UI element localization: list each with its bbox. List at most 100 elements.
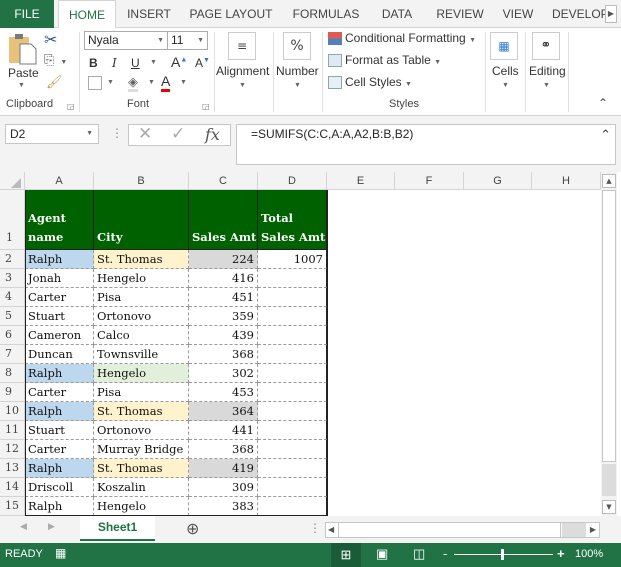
cut-icon[interactable]: ✂: [44, 30, 57, 50]
cell-agent-name[interactable]: Carter: [25, 440, 94, 459]
scroll-down-icon[interactable]: ▼: [602, 500, 616, 514]
cell-city[interactable]: Pisa: [94, 383, 189, 402]
cell-total-sales-amt[interactable]: [258, 307, 327, 326]
row-header[interactable]: 1: [0, 190, 25, 250]
select-all-corner[interactable]: [0, 172, 25, 190]
cell-sales-amt[interactable]: 368: [189, 440, 258, 459]
enter-icon[interactable]: ✓: [171, 124, 185, 144]
alignment-button[interactable]: Alignment: [216, 64, 269, 78]
cell-sales-amt[interactable]: 441: [189, 421, 258, 440]
cell-sales-amt[interactable]: 416: [189, 269, 258, 288]
cell-city[interactable]: Calco: [94, 326, 189, 345]
row-header[interactable]: 15: [0, 497, 25, 516]
vertical-scroll-thumb[interactable]: [602, 190, 616, 462]
cell-agent-name[interactable]: Ralph: [25, 364, 94, 383]
column-header-f[interactable]: F: [395, 172, 464, 190]
binoculars-icon[interactable]: ⚭: [532, 32, 560, 60]
zoom-slider[interactable]: [454, 549, 553, 560]
cell-total-sales-amt[interactable]: [258, 269, 327, 288]
cell-total-sales-amt[interactable]: [258, 459, 327, 478]
cell-total-sales-amt[interactable]: [258, 497, 327, 516]
alignment-dropdown-icon[interactable]: ▼: [239, 82, 246, 89]
cell-total-sales-amt[interactable]: [258, 345, 327, 364]
header-cell-sales-amt[interactable]: Sales Amt: [189, 190, 258, 250]
clipboard-launcher-icon[interactable]: ◲: [67, 102, 75, 111]
row-header[interactable]: 5: [0, 307, 25, 326]
page-layout-view-icon[interactable]: ▣: [376, 546, 388, 562]
horizontal-scroll-thumb[interactable]: [338, 523, 561, 537]
cells-dropdown-icon[interactable]: ▼: [502, 82, 509, 89]
tab-insert[interactable]: INSERT: [120, 0, 178, 28]
cell-city[interactable]: Hengelo: [94, 269, 189, 288]
cells-icon[interactable]: ▦: [490, 32, 518, 60]
font-launcher-icon[interactable]: ◲: [202, 102, 210, 111]
cell-sales-amt[interactable]: 453: [189, 383, 258, 402]
vertical-scroll-track[interactable]: [602, 464, 616, 496]
next-sheet-icon[interactable]: ▶: [48, 522, 55, 532]
row-header[interactable]: 3: [0, 269, 25, 288]
cell-agent-name[interactable]: Stuart: [25, 307, 94, 326]
cell-total-sales-amt[interactable]: [258, 421, 327, 440]
column-header-d[interactable]: D: [258, 172, 327, 190]
cell-sales-amt[interactable]: 302: [189, 364, 258, 383]
borders-dropdown-icon[interactable]: ▼: [107, 79, 114, 86]
number-button[interactable]: Number: [276, 64, 319, 78]
cell-sales-amt[interactable]: 383: [189, 497, 258, 516]
cell-sales-amt[interactable]: 224: [189, 250, 258, 269]
header-cell-agent-name[interactable]: Agent name: [25, 190, 94, 250]
cell-city[interactable]: Koszalin: [94, 478, 189, 497]
cell-city[interactable]: Townsville: [94, 345, 189, 364]
bold-button[interactable]: B: [89, 56, 98, 70]
column-header-h[interactable]: H: [532, 172, 601, 190]
tab-page-layout[interactable]: PAGE LAYOUT: [186, 0, 276, 28]
collapse-formula-bar-icon[interactable]: ⌃: [600, 127, 611, 143]
cell-total-sales-amt[interactable]: 1007: [258, 250, 327, 269]
cell-city[interactable]: Murray Bridge: [94, 440, 189, 459]
zoom-level[interactable]: 100%: [575, 548, 603, 560]
conditional-formatting-button[interactable]: Conditional Formatting ▼: [328, 31, 476, 46]
row-header[interactable]: 9: [0, 383, 25, 402]
header-cell-total-sales-amt[interactable]: Total Sales Amt: [258, 190, 327, 250]
cell-sales-amt[interactable]: 364: [189, 402, 258, 421]
tab-review[interactable]: REVIEW: [430, 0, 490, 28]
insert-function-icon[interactable]: fx: [205, 125, 220, 144]
tab-file[interactable]: FILE: [0, 0, 54, 28]
editing-dropdown-icon[interactable]: ▼: [543, 82, 550, 89]
row-header[interactable]: 10: [0, 402, 25, 421]
cell-sales-amt[interactable]: 451: [189, 288, 258, 307]
column-header-b[interactable]: B: [94, 172, 189, 190]
cell-agent-name[interactable]: Stuart: [25, 421, 94, 440]
paste-dropdown-icon[interactable]: ▼: [18, 82, 25, 89]
cell-city[interactable]: St. Thomas: [94, 402, 189, 421]
cell-sales-amt[interactable]: 419: [189, 459, 258, 478]
prev-sheet-icon[interactable]: ◀: [20, 522, 27, 532]
cell-agent-name[interactable]: Jonah: [25, 269, 94, 288]
zoom-slider-thumb[interactable]: [501, 549, 504, 560]
scroll-right-icon[interactable]: ▶: [590, 525, 596, 534]
cell-total-sales-amt[interactable]: [258, 440, 327, 459]
row-header[interactable]: 7: [0, 345, 25, 364]
format-painter-icon[interactable]: 🖌: [46, 74, 63, 90]
font-size-select[interactable]: 11 ▼: [167, 31, 208, 50]
formula-bar-grip-icon[interactable]: ⋮: [111, 126, 123, 140]
number-format-icon[interactable]: %: [283, 32, 311, 60]
cells-button[interactable]: Cells: [492, 64, 519, 78]
cell-sales-amt[interactable]: 368: [189, 345, 258, 364]
number-dropdown-icon[interactable]: ▼: [294, 82, 301, 89]
normal-view-icon[interactable]: ⊞: [331, 543, 361, 567]
row-header[interactable]: 6: [0, 326, 25, 345]
cell-total-sales-amt[interactable]: [258, 364, 327, 383]
cell-agent-name[interactable]: Driscoll: [25, 478, 94, 497]
sheet-splitter-icon[interactable]: ⋮: [309, 521, 321, 535]
row-header[interactable]: 13: [0, 459, 25, 478]
cell-city[interactable]: St. Thomas: [94, 250, 189, 269]
italic-button[interactable]: I: [112, 56, 117, 70]
column-header-c[interactable]: C: [189, 172, 258, 190]
cell-agent-name[interactable]: Ralph: [25, 402, 94, 421]
cell-styles-button[interactable]: Cell Styles ▼: [328, 75, 412, 90]
font-color-dropdown-icon[interactable]: ▼: [180, 79, 187, 86]
row-header[interactable]: 12: [0, 440, 25, 459]
add-sheet-icon[interactable]: ⊕: [186, 519, 199, 538]
vertical-scrollbar[interactable]: ▲ ▼: [601, 172, 617, 516]
formula-input[interactable]: =SUMIFS(C:C,A:A,A2,B:B,B2) ⌃: [236, 124, 616, 165]
